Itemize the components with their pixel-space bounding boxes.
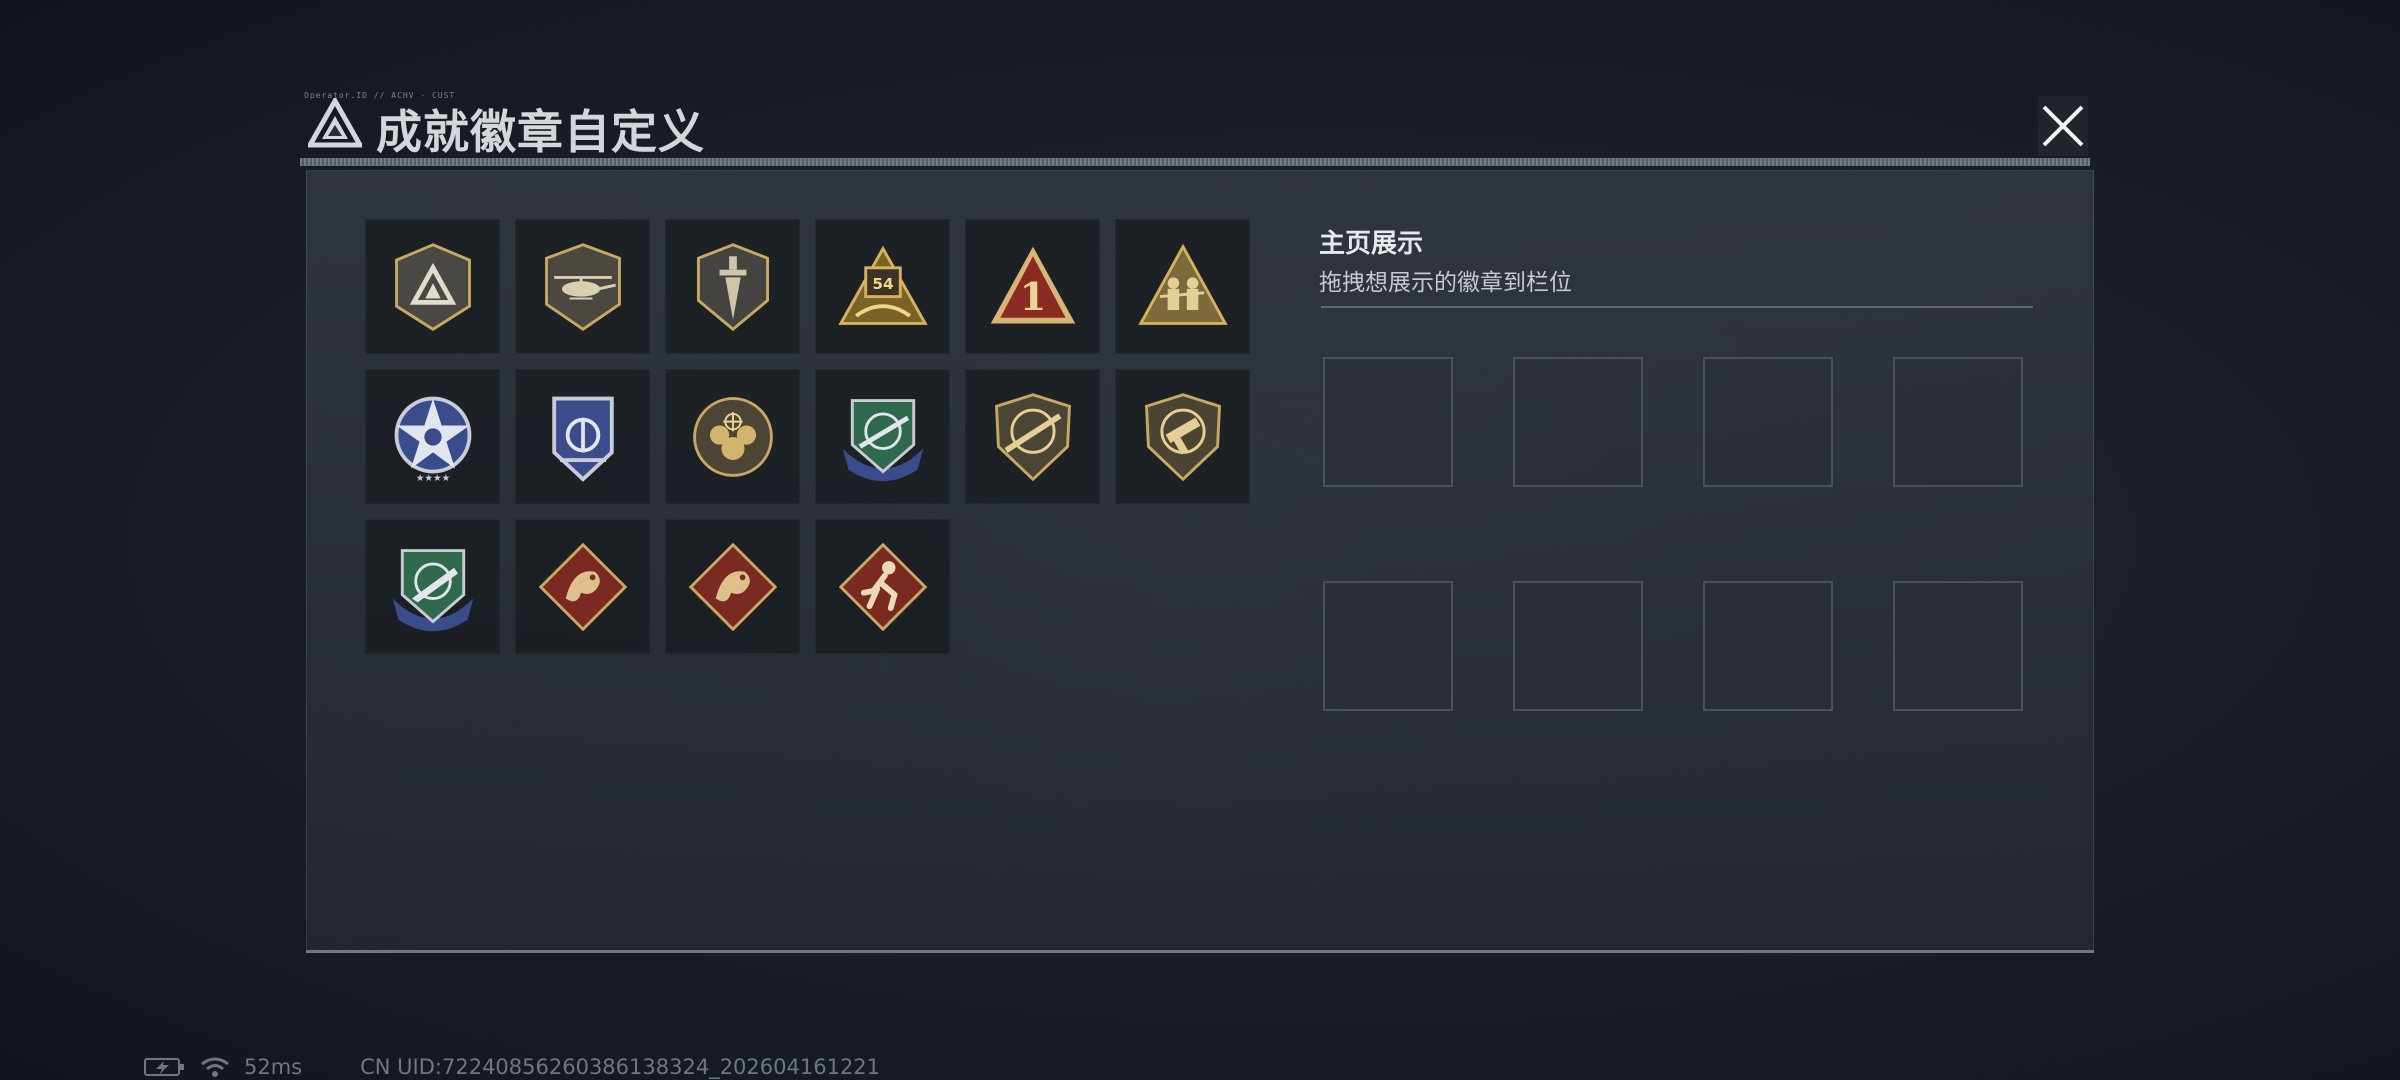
rank-number: 54 <box>872 274 893 292</box>
badge-slot[interactable] <box>1115 369 1250 504</box>
gold-pistol-shield-badge-icon <box>1144 392 1221 481</box>
blue-shield-badge-icon <box>551 396 614 482</box>
close-button[interactable] <box>2038 96 2088 156</box>
display-slot-5[interactable] <box>1323 581 1453 711</box>
badge-slot[interactable] <box>515 219 650 354</box>
badge-number: 1 <box>1019 275 1046 320</box>
badge-slot[interactable] <box>665 519 800 654</box>
page-title: 成就徽章自定义 <box>376 105 705 159</box>
badge-slot[interactable] <box>815 369 950 504</box>
gold-crosshair-round-badge-icon <box>692 396 773 477</box>
badge-slot[interactable] <box>665 369 800 504</box>
red-dragon-diamond-badge-icon <box>538 542 627 631</box>
badge-slot[interactable]: ★★★★ <box>365 369 500 504</box>
badge-slot[interactable] <box>365 219 500 354</box>
badge-grid: 54 1 ★★★★ <box>365 219 1255 654</box>
svg-text:★★★★: ★★★★ <box>415 473 449 484</box>
display-slot-1[interactable] <box>1323 357 1453 487</box>
red-runner-diamond-badge-icon <box>838 542 927 631</box>
battery-charging-icon <box>144 1056 186 1078</box>
header-divider <box>300 158 2090 166</box>
badge-slot[interactable] <box>665 219 800 354</box>
red-triangle-1-badge-icon: 1 <box>990 246 1075 323</box>
ping-value: 52ms <box>244 1055 303 1079</box>
badge-slot[interactable]: 54 <box>815 219 950 354</box>
badge-customize-panel: 54 1 ★★★★ 主页展示 拖拽想展示的徽章到栏位 <box>306 170 2094 952</box>
wifi-icon <box>200 1056 230 1078</box>
display-slot-6[interactable] <box>1513 581 1643 711</box>
badge-slot[interactable] <box>365 519 500 654</box>
window-header: Operator.ID // ACHV · CUST 成就徽章自定义 <box>300 86 2090 166</box>
display-slot-7[interactable] <box>1703 581 1833 711</box>
green-blue-crest-knife-badge-icon <box>392 548 473 631</box>
display-slots <box>1323 357 2023 711</box>
soldiers-triangle-badge-icon <box>1137 243 1228 325</box>
display-divider <box>1321 306 2033 308</box>
status-bar: 52ms CN UID:72240856260386138324_2026041… <box>144 1054 880 1080</box>
badge-slot[interactable] <box>515 369 650 504</box>
display-slot-2[interactable] <box>1513 357 1643 487</box>
dagger-shield-badge-icon <box>696 242 769 331</box>
badge-slot[interactable] <box>965 369 1100 504</box>
badge-slot[interactable] <box>1115 219 1250 354</box>
triangle-logo-icon <box>308 98 362 148</box>
badge-slot[interactable] <box>515 519 650 654</box>
display-slot-8[interactable] <box>1893 581 2023 711</box>
display-title: 主页展示 <box>1319 229 1424 259</box>
display-slot-3[interactable] <box>1703 357 1833 487</box>
panel-bottom-border <box>306 950 2094 953</box>
display-subtitle: 拖拽想展示的徽章到栏位 <box>1319 270 1572 296</box>
rank-54-badge-icon: 54 <box>837 245 928 325</box>
badge-slot[interactable] <box>815 519 950 654</box>
silver-star-badge-icon: ★★★★ <box>394 396 471 484</box>
triangle-shield-badge-icon <box>394 242 471 331</box>
uid-text: CN UID:72240856260386138324_202604161221 <box>360 1055 881 1079</box>
helicopter-shield-badge-icon <box>544 242 621 331</box>
gold-rifle-shield-badge-icon <box>994 392 1071 481</box>
close-icon <box>2042 105 2084 147</box>
badge-slot[interactable]: 1 <box>965 219 1100 354</box>
display-slot-4[interactable] <box>1893 357 2023 487</box>
red-dragon-diamond-badge-icon <box>688 542 777 631</box>
green-blue-crest-rifle-badge-icon <box>842 398 923 481</box>
